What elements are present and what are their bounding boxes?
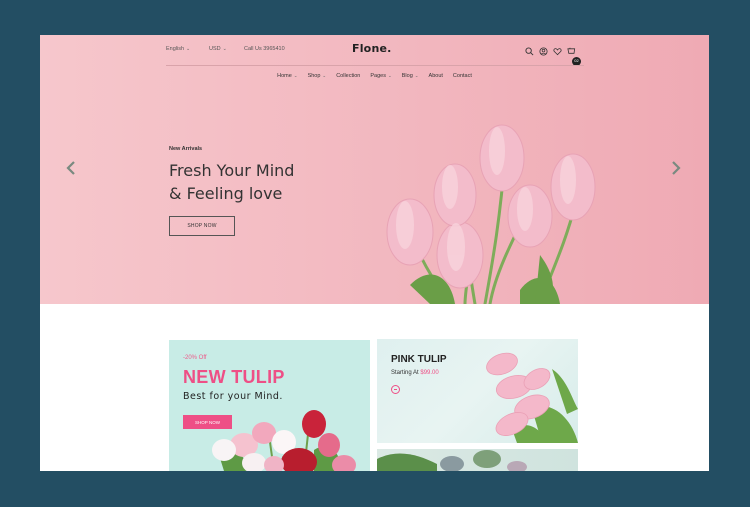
hero-shop-now-button[interactable]: SHOP NOW [169,216,235,236]
arrow-circle-icon[interactable] [391,385,400,394]
hero-subtitle: New Arrivals [169,146,203,152]
search-icon[interactable] [525,43,534,56]
main-nav: Home ⌄ Shop ⌄ Collection Pages ⌄ Blog ⌄ Abou… [40,73,709,79]
hero-title-line2: & Feeling love [169,184,283,203]
currency-selector[interactable]: USD ⌄ [209,45,227,53]
new-tulip-banner[interactable]: -20% Off NEW TULIP Best for your Mind. S… [169,340,370,471]
banner-subtitle: Best for your Mind. [183,391,283,402]
chevron-down-icon: ⌄ [387,73,392,78]
starting-price: Starting At $99.00 [391,370,439,376]
nav-item-contact[interactable]: Contact [453,73,472,79]
nav-label: Shop [307,73,321,79]
chevron-down-icon: ⌄ [293,73,298,78]
cart-icon[interactable]: 02 [567,43,581,66]
nav-item-blog[interactable]: Blog ⌄ [402,73,419,79]
currency-label: USD [209,46,221,52]
chevron-down-icon: ⌄ [322,73,327,78]
banner-shop-now-button[interactable]: SHOP NOW [183,415,232,429]
hero-title-line1: Fresh Your Mind [169,161,295,180]
site-logo[interactable]: Flone. [352,42,392,55]
user-icon[interactable] [539,43,548,56]
nav-item-pages[interactable]: Pages ⌄ [370,73,391,79]
banner-title: PINK TULIP [391,354,447,365]
nav-item-shop[interactable]: Shop ⌄ [308,73,327,79]
header-divider [166,65,584,66]
chevron-left-icon[interactable] [65,160,77,176]
tulip-bouquet-image [386,124,596,304]
top-bar: English ⌄ USD ⌄ Call Us 3965410 Flone. 0… [166,42,584,66]
heart-icon[interactable] [553,43,562,56]
call-us-text: Call Us 3965410 [244,46,285,52]
banner-title: NEW TULIP [183,367,285,387]
discount-label: -20% Off [183,355,207,361]
chevron-down-icon: ⌄ [222,46,227,52]
hero-slider: English ⌄ USD ⌄ Call Us 3965410 Flone. 0… [40,35,709,304]
starting-label: Starting At [391,370,419,376]
hero-title: Fresh Your Mind & Feeling love [169,159,349,205]
chevron-right-icon[interactable] [670,160,682,176]
tulip-bouquet-image [212,410,356,471]
nav-label: Contact [452,73,472,79]
nav-item-home[interactable]: Home ⌄ [277,73,297,79]
pink-tulips-image [486,352,578,443]
flower-banner-cropped[interactable] [377,449,578,471]
nav-item-about[interactable]: About [429,73,443,79]
header-icons: 02 [525,43,581,66]
pink-tulip-banner[interactable]: PINK TULIP Starting At $99.00 [377,339,578,443]
nav-label: Blog [401,73,413,79]
nav-label: About [428,73,443,79]
nav-label: Pages [370,73,386,79]
flower-image [377,450,527,471]
chevron-down-icon: ⌄ [414,73,419,78]
nav-item-collection[interactable]: Collection [336,73,360,79]
language-label: English [166,46,185,52]
browser-page: English ⌄ USD ⌄ Call Us 3965410 Flone. 0… [40,35,709,471]
nav-label: Home [277,73,292,79]
language-selector[interactable]: English ⌄ [166,45,190,53]
nav-label: Collection [336,73,361,79]
price-value: $99.00 [420,370,439,376]
chevron-down-icon: ⌄ [186,46,191,52]
